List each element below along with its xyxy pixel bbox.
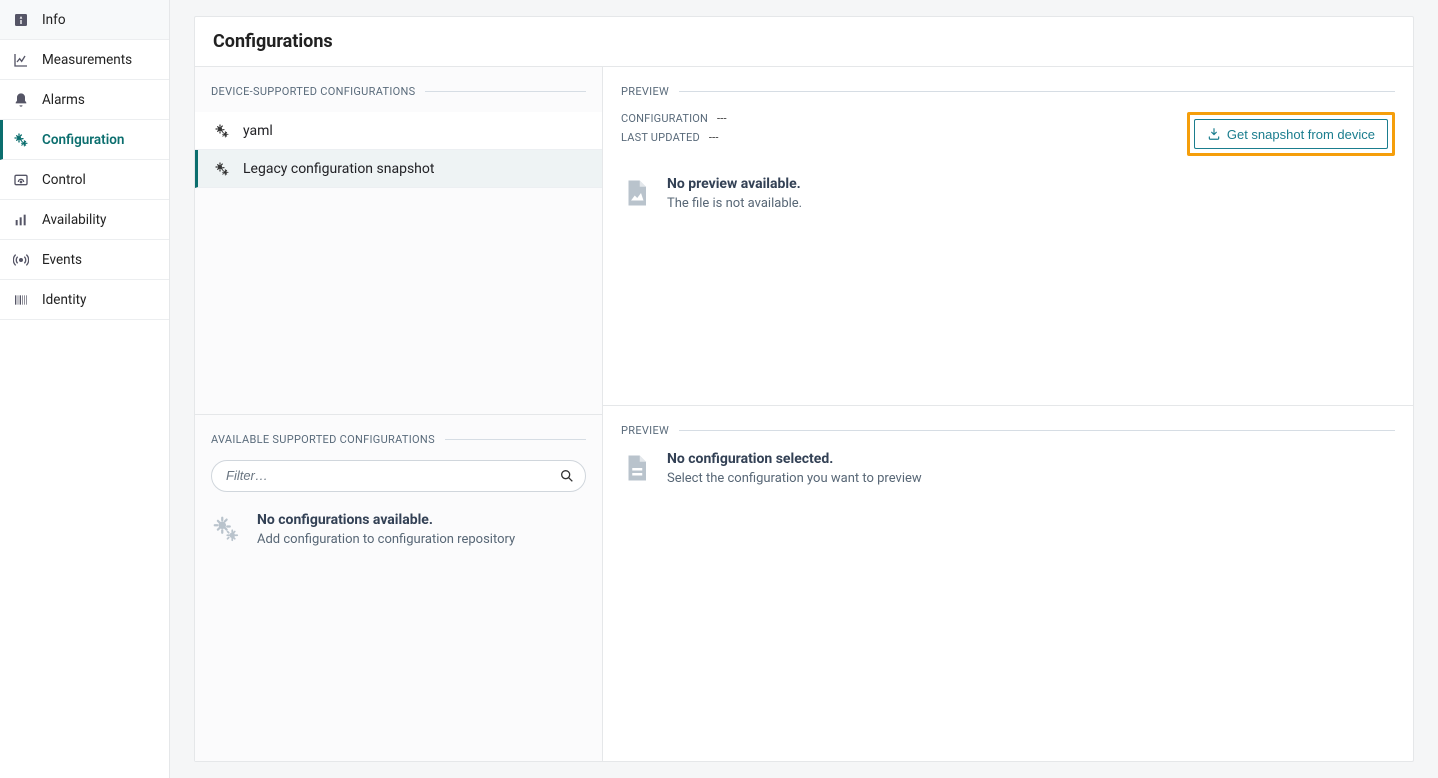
sidebar-item-identity[interactable]: Identity <box>0 280 169 320</box>
chart-line-icon <box>12 51 30 69</box>
config-item-legacy-snapshot[interactable]: Legacy configuration snapshot <box>195 150 602 188</box>
barcode-icon <box>12 291 30 309</box>
meta-configuration: CONFIGURATION --- <box>621 112 1175 125</box>
gears-icon <box>211 123 233 139</box>
sidebar-item-label: Events <box>42 252 82 268</box>
meta-value: --- <box>717 112 727 125</box>
sidebar-item-measurements[interactable]: Measurements <box>0 40 169 80</box>
get-snapshot-button[interactable]: Get snapshot from device <box>1194 119 1388 149</box>
empty-subtitle: The file is not available. <box>667 196 802 211</box>
empty-title: No configuration selected. <box>667 451 922 467</box>
page-title: Configurations <box>213 31 1395 52</box>
device-config-list: yaml Legacy configuration snapshot <box>195 112 602 188</box>
highlight-box: Get snapshot from device <box>1187 112 1395 156</box>
sidebar-item-control[interactable]: Control <box>0 160 169 200</box>
gears-icon <box>211 161 233 177</box>
sidebar-item-label: Availability <box>42 212 106 228</box>
preview-header-row: CONFIGURATION --- LAST UPDATED --- <box>621 112 1395 156</box>
preview-top-section: PREVIEW CONFIGURATION --- LAST UPDATED -… <box>603 67 1413 406</box>
preview-meta: CONFIGURATION --- LAST UPDATED --- <box>621 112 1175 150</box>
sidebar: Info Measurements Alarms Configuration C… <box>0 0 170 778</box>
image-file-icon <box>621 178 651 208</box>
sidebar-item-label: Configuration <box>42 132 124 148</box>
empty-subtitle: Add configuration to configuration repos… <box>257 532 515 547</box>
sidebar-item-configuration[interactable]: Configuration <box>0 120 169 160</box>
legend-text: PREVIEW <box>621 85 669 98</box>
legend-line <box>679 91 1395 92</box>
empty-text: No configurations available. Add configu… <box>257 512 515 547</box>
config-item-label: yaml <box>243 123 273 139</box>
empty-subtitle: Select the configuration you want to pre… <box>667 471 922 486</box>
meta-last-updated: LAST UPDATED --- <box>621 131 1175 144</box>
sidebar-item-alarms[interactable]: Alarms <box>0 80 169 120</box>
sidebar-item-events[interactable]: Events <box>0 240 169 280</box>
bell-icon <box>12 91 30 109</box>
sidebar-item-availability[interactable]: Availability <box>0 200 169 240</box>
empty-text: No configuration selected. Select the co… <box>667 451 922 486</box>
section-legend: PREVIEW <box>621 424 1395 437</box>
sidebar-item-label: Info <box>42 12 66 28</box>
empty-text: No preview available. The file is not av… <box>667 176 802 211</box>
section-legend: DEVICE-SUPPORTED CONFIGURATIONS <box>211 85 586 98</box>
legend-text: DEVICE-SUPPORTED CONFIGURATIONS <box>211 85 415 98</box>
empty-title: No configurations available. <box>257 512 515 528</box>
section-legend: AVAILABLE SUPPORTED CONFIGURATIONS <box>211 433 586 446</box>
broadcast-icon <box>12 251 30 269</box>
panel-body: DEVICE-SUPPORTED CONFIGURATIONS yaml <box>195 67 1413 761</box>
available-supported-section: AVAILABLE SUPPORTED CONFIGURATIONS <box>195 415 602 762</box>
empty-preview-message: No preview available. The file is not av… <box>621 176 1395 211</box>
sidebar-item-label: Control <box>42 172 86 188</box>
legend-text: PREVIEW <box>621 424 669 437</box>
sidebar-item-info[interactable]: Info <box>0 0 169 40</box>
device-supported-section: DEVICE-SUPPORTED CONFIGURATIONS yaml <box>195 67 602 415</box>
config-item-label: Legacy configuration snapshot <box>243 161 434 177</box>
sidebar-item-label: Alarms <box>42 92 85 108</box>
config-item-yaml[interactable]: yaml <box>195 112 602 150</box>
meta-label: LAST UPDATED <box>621 131 700 144</box>
empty-available-message: No configurations available. Add configu… <box>211 512 586 547</box>
meta-label: CONFIGURATION <box>621 112 708 125</box>
bars-icon <box>12 211 30 229</box>
column-left: DEVICE-SUPPORTED CONFIGURATIONS yaml <box>195 67 603 761</box>
filter-input[interactable] <box>211 460 586 492</box>
legend-line <box>445 439 586 440</box>
sidebar-item-label: Identity <box>42 292 86 308</box>
filter-wrap <box>211 460 586 492</box>
preview-bottom-section: PREVIEW No configuration selected. Selec… <box>603 406 1413 762</box>
meta-value: --- <box>709 131 719 144</box>
section-legend: PREVIEW <box>621 85 1395 98</box>
legend-line <box>679 430 1395 431</box>
button-label: Get snapshot from device <box>1227 127 1375 142</box>
gears-icon <box>12 131 30 149</box>
sidebar-item-label: Measurements <box>42 52 132 68</box>
column-right: PREVIEW CONFIGURATION --- LAST UPDATED -… <box>603 67 1413 761</box>
document-icon <box>621 453 651 483</box>
search-icon[interactable] <box>558 467 576 485</box>
empty-title: No preview available. <box>667 176 802 192</box>
download-icon <box>1207 127 1221 141</box>
gauge-icon <box>12 171 30 189</box>
empty-selection-message: No configuration selected. Select the co… <box>621 451 1395 486</box>
main-content: Configurations DEVICE-SUPPORTED CONFIGUR… <box>170 0 1438 778</box>
gears-icon <box>211 514 241 544</box>
panel-header: Configurations <box>195 17 1413 67</box>
legend-text: AVAILABLE SUPPORTED CONFIGURATIONS <box>211 433 435 446</box>
info-square-icon <box>12 11 30 29</box>
configurations-panel: Configurations DEVICE-SUPPORTED CONFIGUR… <box>194 16 1414 762</box>
legend-line <box>425 91 586 92</box>
